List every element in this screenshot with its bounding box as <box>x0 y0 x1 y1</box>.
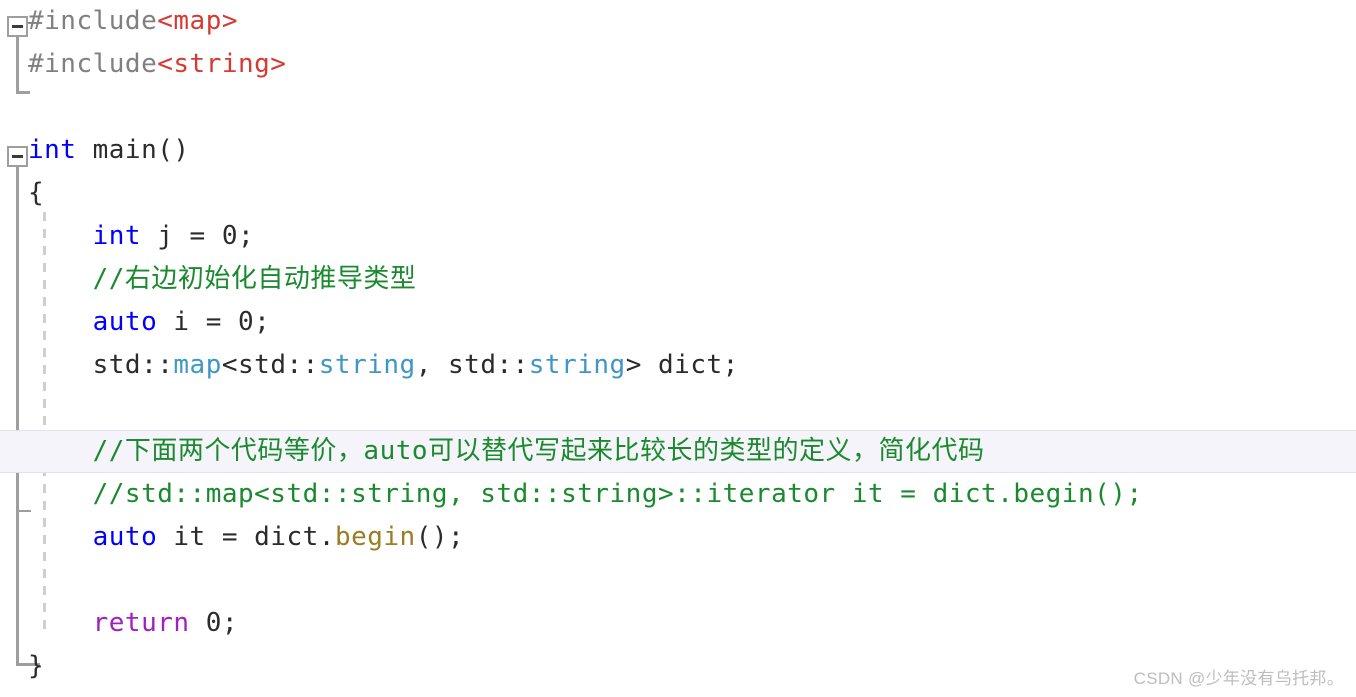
code-token-string_header: <string> <box>157 49 287 79</box>
code-line[interactable]: { <box>0 172 1356 215</box>
code-line-text: { <box>0 172 44 215</box>
code-line[interactable] <box>0 86 1356 129</box>
code-line[interactable]: int main() <box>0 129 1356 172</box>
code-token-function: begin <box>334 522 416 552</box>
code-line[interactable]: //右边初始化自动推导类型 <box>0 258 1356 301</box>
code-line[interactable]: #include<string> <box>0 43 1356 86</box>
code-token-keyword: auto <box>92 307 158 337</box>
code-line[interactable] <box>0 387 1356 430</box>
code-token-keyword: int <box>92 221 142 251</box>
code-token-plain: (); <box>415 522 465 552</box>
code-line-text: auto i = 0; <box>0 301 270 344</box>
code-line[interactable]: //std::map<std::string, std::string>::it… <box>0 473 1356 516</box>
code-token-plain: } <box>28 651 45 681</box>
code-token-return_keyword: return <box>92 608 190 638</box>
code-token-plain: j = 0; <box>141 221 255 251</box>
code-line[interactable]: return 0; <box>0 602 1356 645</box>
code-line-highlighted[interactable]: //下面两个代码等价，auto可以替代写起来比较长的类型的定义，简化代码 <box>0 430 1356 473</box>
code-token-type: string <box>528 350 626 380</box>
code-line-text: #include<map> <box>0 0 238 43</box>
code-editor[interactable]: #include<map> #include<string> int main(){… <box>0 0 1356 697</box>
code-token-type: string <box>318 350 416 380</box>
code-line[interactable]: int j = 0; <box>0 215 1356 258</box>
code-line[interactable]: #include<map> <box>0 0 1356 43</box>
code-line-text: //std::map<std::string, std::string>::it… <box>0 473 1143 516</box>
code-lines[interactable]: #include<map> #include<string> int main(){… <box>0 0 1356 688</box>
code-token-type: map <box>173 350 222 380</box>
code-token-preprocessor: #include <box>28 49 158 79</box>
code-line-text: //下面两个代码等价，auto可以替代写起来比较长的类型的定义，简化代码 <box>0 431 985 472</box>
code-token-string_header: <map> <box>157 6 239 36</box>
code-line-text: auto it = dict.begin(); <box>0 516 464 559</box>
code-token-plain: <std:: <box>221 350 319 380</box>
code-token-keyword: auto <box>92 522 158 552</box>
code-token-plain: i = 0; <box>157 307 271 337</box>
code-token-plain: std:: <box>28 350 174 380</box>
csdn-watermark: CSDN @少年没有乌托邦。 <box>1133 669 1344 688</box>
code-token-plain: it = dict. <box>157 522 335 552</box>
code-line-text: std::map<std::string, std::string> dict; <box>0 344 739 387</box>
code-token-comment: //std::map<std::string, std::string>::it… <box>92 479 1143 509</box>
code-token-plain: , std:: <box>415 350 529 380</box>
code-line[interactable] <box>0 559 1356 602</box>
code-token-preprocessor: #include <box>28 6 158 36</box>
code-line-text: //右边初始化自动推导类型 <box>0 258 416 301</box>
code-line-text: #include<string> <box>0 43 286 86</box>
code-line-text: return 0; <box>0 602 238 645</box>
code-line-text: } <box>0 645 44 688</box>
code-line-text: int j = 0; <box>0 215 254 258</box>
code-token-comment: //右边初始化自动推导类型 <box>92 264 417 294</box>
code-token-keyword: int <box>28 135 77 165</box>
code-token-plain: main() <box>76 135 190 165</box>
code-token-plain: > dict; <box>625 350 739 380</box>
code-line[interactable]: auto i = 0; <box>0 301 1356 344</box>
code-token-comment: //下面两个代码等价，auto可以替代写起来比较长的类型的定义，简化代码 <box>92 436 985 466</box>
code-token-plain: { <box>28 178 45 208</box>
code-line[interactable]: auto it = dict.begin(); <box>0 516 1356 559</box>
code-line[interactable]: std::map<std::string, std::string> dict; <box>0 344 1356 387</box>
code-token-plain: 0; <box>189 608 239 638</box>
code-line-text: int main() <box>0 129 190 172</box>
